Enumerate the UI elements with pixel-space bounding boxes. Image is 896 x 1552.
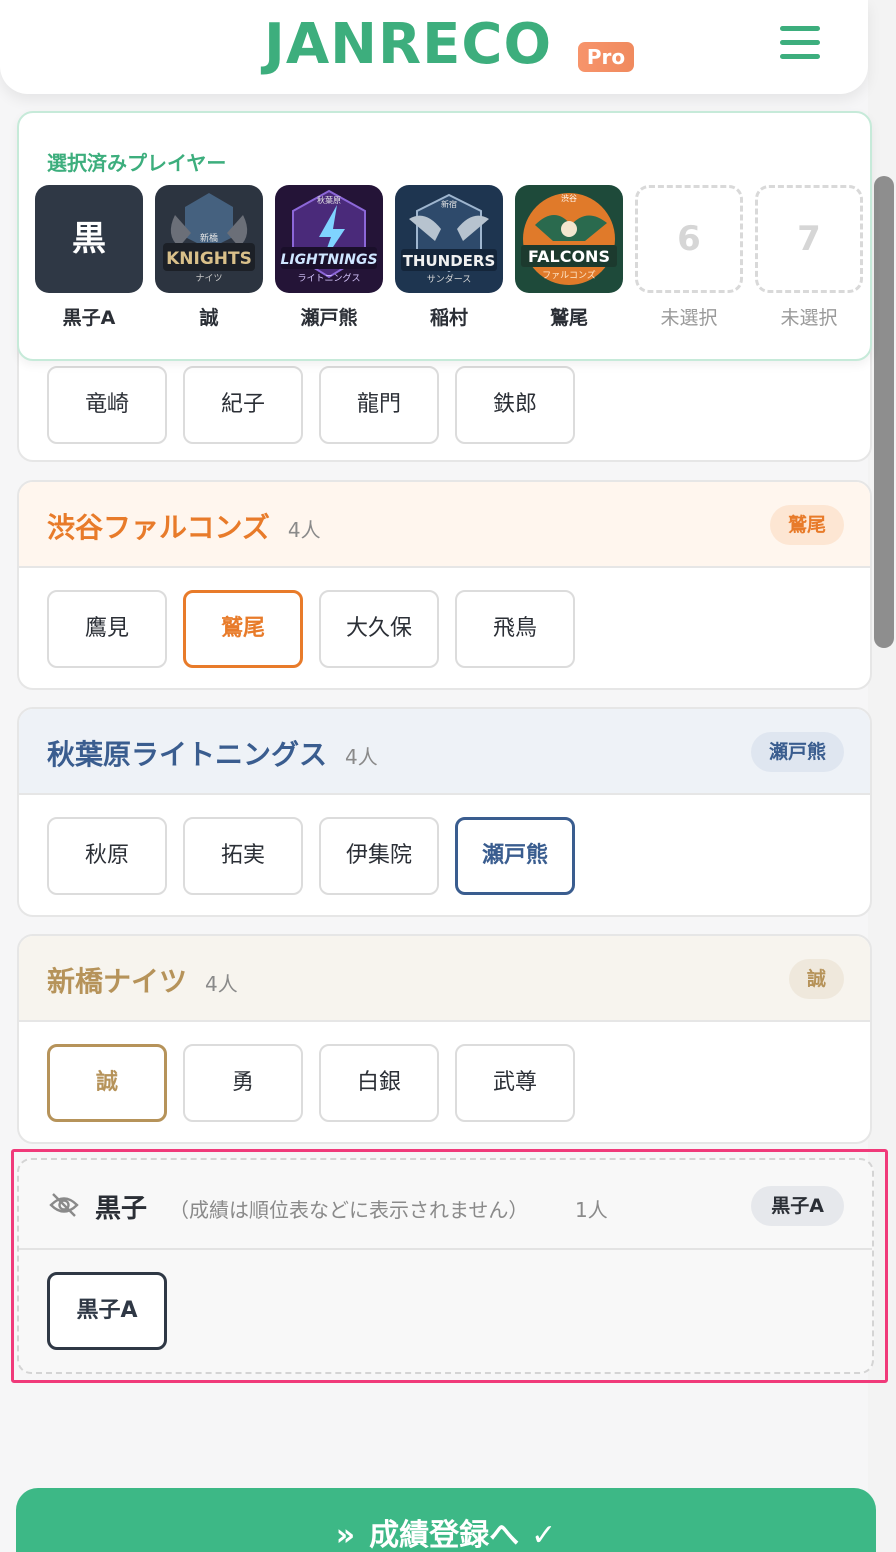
svg-text:LIGHTNINGS: LIGHTNINGS — [280, 252, 377, 268]
svg-text:サンダース: サンダース — [427, 273, 472, 285]
team-count: 4人 — [345, 745, 378, 769]
svg-text:ライトニングス: ライトニングス — [297, 272, 360, 284]
player-button[interactable]: 大久保 — [319, 590, 439, 668]
register-results-button[interactable]: » 成績登録へ ✓ — [16, 1488, 876, 1552]
selected-slot-2[interactable]: KNIGHTS ナイツ 新橋 誠 — [155, 185, 263, 330]
team-selected-pill: 黒子A — [751, 1186, 844, 1226]
check-icon: ✓ — [531, 1518, 557, 1552]
slot-name: 黒子A — [62, 307, 116, 329]
double-chevron-right-icon: » — [335, 1518, 356, 1552]
team-name: 黒子 — [95, 1194, 148, 1224]
player-button[interactable]: 白銀 — [319, 1044, 439, 1122]
app-header: JANRECO Pro — [0, 0, 868, 94]
team-card-kuroko: 黒子 （成績は順位表などに表示されません） 1人 黒子A 黒子A — [17, 1158, 874, 1374]
scrollbar-thumb[interactable] — [874, 176, 894, 648]
selected-players-panel: 選択済みプレイヤー 黒 黒子A KNIGHTS ナイツ 新橋 誠 LIGHTNI… — [17, 111, 872, 361]
svg-text:FALCONS: FALCONS — [528, 247, 610, 266]
svg-text:新橋: 新橋 — [200, 232, 218, 244]
svg-text:ファルコンズ: ファルコンズ — [542, 269, 596, 281]
team-card-knights: 新橋ナイツ 4人 誠 誠 勇 白銀 武尊 — [17, 934, 872, 1144]
slot-name: 誠 — [199, 307, 219, 329]
player-button[interactable]: 伊集院 — [319, 817, 439, 895]
app-logo[interactable]: JANRECO — [264, 12, 552, 77]
selected-slot-6[interactable]: 6 未選択 — [635, 185, 743, 330]
svg-text:KNIGHTS: KNIGHTS — [166, 249, 252, 269]
team-count: 1人 — [575, 1198, 608, 1222]
team-name: 新橋ナイツ 4人 — [47, 965, 238, 998]
team-count: 4人 — [205, 972, 238, 996]
selected-slot-5[interactable]: FALCONS ファルコンズ 渋谷 鷲尾 — [515, 185, 623, 330]
player-button[interactable]: 飛鳥 — [455, 590, 575, 668]
selected-slot-1[interactable]: 黒 黒子A — [35, 185, 143, 330]
hamburger-menu-icon[interactable] — [780, 26, 820, 66]
knights-logo-icon: KNIGHTS ナイツ 新橋 — [155, 185, 263, 293]
team-selected-pill: 瀬戸熊 — [750, 732, 844, 772]
slot-name: 未選択 — [780, 307, 838, 329]
slot-name: 稲村 — [429, 307, 468, 329]
selected-slot-4[interactable]: THUNDERS サンダース 新宿 稲村 — [395, 185, 503, 330]
team-name: 渋谷ファルコンズ 4人 — [47, 511, 321, 544]
lightnings-logo-icon: LIGHTNINGS ライトニングス 秋葉原 — [275, 185, 383, 293]
team-name: 秋葉原ライトニングス 4人 — [47, 738, 378, 771]
team-header[interactable]: 黒子 （成績は順位表などに表示されません） 1人 黒子A — [19, 1160, 872, 1250]
thunders-logo-icon: THUNDERS サンダース 新宿 — [395, 185, 503, 293]
team-header[interactable]: 渋谷ファルコンズ 4人 鷲尾 — [19, 482, 870, 568]
player-button-selected[interactable]: 瀬戸熊 — [455, 817, 575, 895]
team-selected-pill: 誠 — [788, 959, 844, 999]
team-header[interactable]: 秋葉原ライトニングス 4人 瀬戸熊 — [19, 709, 870, 795]
selected-slot-3[interactable]: LIGHTNINGS ライトニングス 秋葉原 瀬戸熊 — [275, 185, 383, 330]
team-card-falcons: 渋谷ファルコンズ 4人 鷲尾 鷹見 鷲尾 大久保 飛鳥 — [17, 480, 872, 690]
player-button[interactable]: 紀子 — [183, 366, 303, 444]
player-button-selected[interactable]: 鷲尾 — [183, 590, 303, 668]
player-button-selected[interactable]: 誠 — [47, 1044, 167, 1122]
falcons-logo-icon: FALCONS ファルコンズ 渋谷 — [515, 185, 623, 293]
slot-name: 瀬戸熊 — [300, 307, 358, 329]
svg-text:渋谷: 渋谷 — [561, 193, 577, 203]
slot-name: 鷲尾 — [549, 307, 588, 329]
svg-text:ナイツ: ナイツ — [195, 273, 222, 284]
team-selected-pill: 鷲尾 — [769, 505, 844, 545]
selected-slot-7[interactable]: 7 未選択 — [755, 185, 863, 330]
player-button[interactable]: 秋原 — [47, 817, 167, 895]
team-count: 4人 — [287, 518, 321, 542]
player-button[interactable]: 竜崎 — [47, 366, 167, 444]
pro-badge: Pro — [578, 42, 634, 72]
player-button[interactable]: 鉄郎 — [455, 366, 575, 444]
team-header[interactable]: 新橋ナイツ 4人 誠 — [19, 936, 870, 1022]
eye-off-icon — [49, 1193, 79, 1217]
player-button-selected[interactable]: 黒子A — [47, 1272, 167, 1350]
svg-text:THUNDERS: THUNDERS — [403, 252, 496, 270]
player-button[interactable]: 勇 — [183, 1044, 303, 1122]
slot-name: 未選択 — [660, 307, 718, 329]
empty-slot-number: 6 — [635, 185, 743, 293]
kuroko-note: （成績は順位表などに表示されません） — [169, 1198, 529, 1222]
player-button[interactable]: 武尊 — [455, 1044, 575, 1122]
player-avatar: 黒 — [35, 185, 143, 293]
player-button[interactable]: 龍門 — [319, 366, 439, 444]
svg-text:新宿: 新宿 — [441, 199, 457, 209]
team-card-lightnings: 秋葉原ライトニングス 4人 瀬戸熊 秋原 拓実 伊集院 瀬戸熊 — [17, 707, 872, 917]
svg-text:秋葉原: 秋葉原 — [317, 195, 341, 205]
selected-players-title: 選択済みプレイヤー — [47, 151, 227, 175]
empty-slot-number: 7 — [755, 185, 863, 293]
player-button[interactable]: 拓実 — [183, 817, 303, 895]
player-button[interactable]: 鷹見 — [47, 590, 167, 668]
